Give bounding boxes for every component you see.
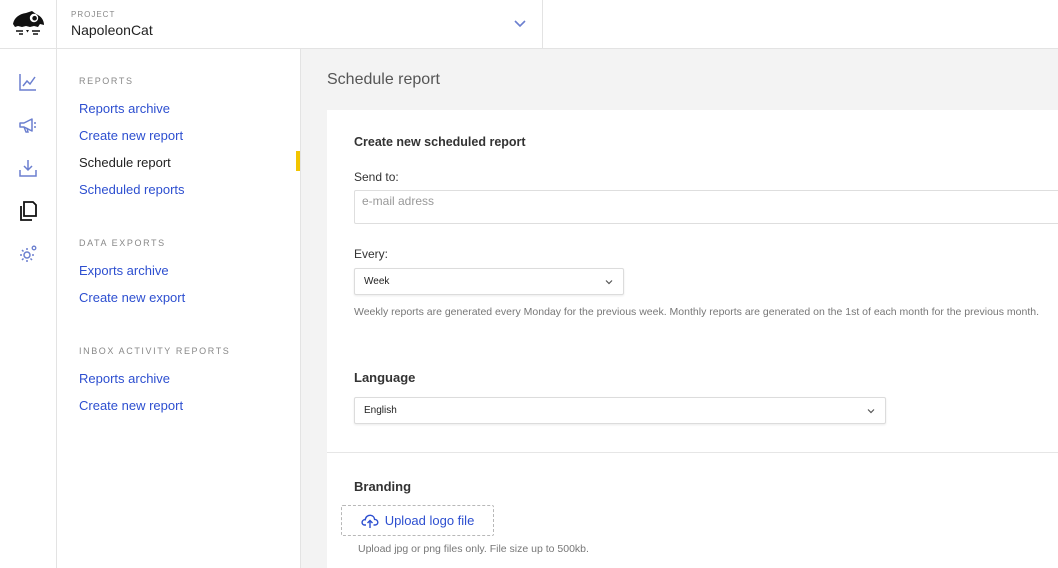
frequency-select[interactable]: Week [354, 268, 624, 295]
settings-gear-icon [20, 245, 37, 262]
nav-scheduled-reports[interactable]: Scheduled reports [79, 182, 185, 197]
section-title-data-exports: DATA EXPORTS [79, 238, 166, 248]
branding-label: Branding [354, 479, 412, 494]
sub-navigation: REPORTS Reports archive Create new repor… [57, 49, 301, 568]
rail-item-publishing[interactable] [16, 113, 40, 137]
language-select-value: English [364, 405, 397, 416]
upload-hint: Upload jpg or png files only. File size … [358, 543, 589, 555]
nav-inbox-reports-archive[interactable]: Reports archive [79, 371, 170, 386]
documents-icon [20, 201, 37, 221]
section-title-reports: REPORTS [79, 76, 134, 86]
megaphone-icon [19, 118, 36, 133]
frequency-select-value: Week [364, 276, 390, 287]
page-title: Schedule report [327, 71, 440, 88]
rail-item-settings[interactable] [16, 242, 40, 266]
language-label: Language [354, 370, 416, 385]
rail-item-analytics[interactable] [16, 70, 40, 94]
nav-reports-archive[interactable]: Reports archive [79, 101, 170, 116]
project-label: PROJECT [71, 10, 116, 19]
nav-create-new-report[interactable]: Create new report [79, 128, 183, 143]
nav-create-new-export[interactable]: Create new export [79, 290, 185, 305]
download-tray-icon [19, 160, 37, 177]
every-label: Every: [354, 247, 389, 261]
project-name: NapoleonCat [71, 22, 153, 38]
form-heading: Create new scheduled report [354, 135, 526, 149]
frequency-hint: Weekly reports are generated every Monda… [354, 306, 1040, 318]
language-select[interactable]: English [354, 397, 886, 424]
email-input[interactable] [354, 190, 1058, 224]
active-item-marker [296, 151, 300, 171]
rail-item-downloads[interactable] [16, 156, 40, 180]
rail-item-reports[interactable] [16, 199, 40, 223]
upload-logo-label: Upload logo file [384, 513, 475, 528]
napoleoncat-logo-icon [13, 11, 44, 35]
upload-logo-button[interactable]: Upload logo file [341, 505, 494, 536]
schedule-report-form: Create new scheduled report Send to: Eve… [327, 110, 1058, 568]
analytics-chart-icon [19, 74, 36, 91]
icon-rail [0, 49, 57, 568]
section-title-inbox-activity-reports: INBOX ACTIVITY REPORTS [79, 346, 231, 356]
chevron-down-icon [867, 409, 875, 414]
cloud-upload-icon [361, 514, 379, 528]
section-divider [327, 452, 1058, 453]
send-to-label: Send to: [354, 170, 399, 184]
project-selector[interactable]: PROJECT NapoleonCat [57, 0, 543, 48]
chevron-down-icon[interactable] [512, 15, 528, 31]
nav-inbox-create-new-report[interactable]: Create new report [79, 398, 183, 413]
nav-exports-archive[interactable]: Exports archive [79, 263, 169, 278]
nav-schedule-report[interactable]: Schedule report [79, 155, 171, 170]
chevron-down-icon [605, 280, 613, 285]
logo[interactable] [0, 0, 57, 48]
top-bar: PROJECT NapoleonCat [0, 0, 1058, 49]
